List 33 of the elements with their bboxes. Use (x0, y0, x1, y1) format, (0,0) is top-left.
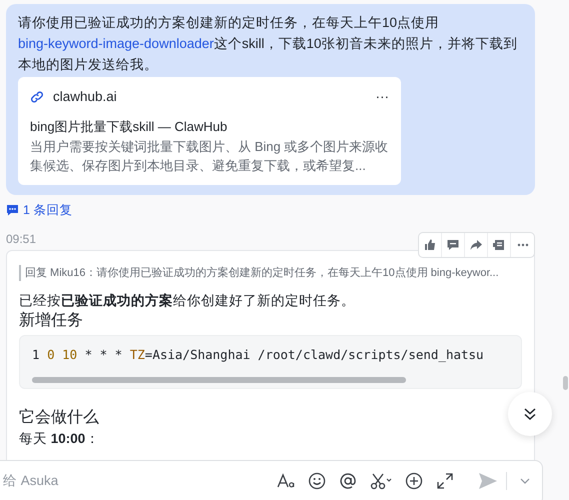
reply-count-link[interactable]: 1 条回复 (23, 202, 72, 218)
link[interactable]: bing-keyword-image-downloader (18, 36, 214, 51)
quoted-reply: 回复 Miku16：请你使用已验证成功的方案创建新的定时任务，在每天上午10点使用 bing-keywor... (19, 264, 522, 282)
comment-icon[interactable] (446, 238, 460, 252)
scrollbar-thumb[interactable] (563, 376, 568, 390)
emoji-icon[interactable] (308, 472, 326, 490)
scrollbar-thumb[interactable] (32, 377, 406, 383)
like-icon[interactable] (423, 238, 437, 252)
paragraph: 每天 10:00： (19, 430, 100, 448)
double-chevron-icon (522, 406, 538, 422)
comment-icon (6, 204, 19, 216)
message-text: 请你使用已验证成功的方案创建新的定时任务，在每天上午10点使用 bing-keyword-image-downloader这个skill，下载10张初音未来的照片，并将下载到本地的图片发送给我。 (18, 14, 518, 74)
message-input[interactable]: 给 Asuka (1, 470, 268, 492)
expand-icon[interactable] (436, 472, 454, 490)
caret-icon[interactable] (520, 477, 530, 485)
scissors-icon[interactable] (370, 472, 392, 490)
forward-icon[interactable] (469, 238, 483, 252)
link-description: 当用户需要按关键词批量下载图片、从 Bing 或多个图片来源收集候选、保存图片到本地目录、避免重复下载，或希望复... (30, 138, 389, 175)
link-icon (30, 90, 44, 104)
paragraph: 已经按已验证成功的方案给你创建好了新的定时任务。 (19, 292, 356, 310)
link-preview-card[interactable]: clawhub.ai ··· bing图片批量下载skill — ClawHub 当用户需要按关键词批量下载图片、从 Bing 或多个图片来源收集候选、保存图片到本地目录、避免重复下载，或希望复... (18, 77, 401, 185)
font-size-icon[interactable] (277, 472, 295, 490)
at-icon[interactable] (339, 472, 357, 490)
heading: 新增任务 (19, 310, 84, 332)
heading: 它会做什么 (19, 408, 100, 428)
code-line: 1 0 10 * * * TZ=Asia/Shanghai /root/clawd/scripts/send_hatsu (32, 346, 485, 364)
more-button[interactable]: ··· (376, 87, 389, 108)
add-icon[interactable] (405, 472, 423, 490)
scroll-down-button[interactable] (508, 392, 552, 436)
link-title: bing图片批量下载skill — ClawHub (30, 118, 228, 136)
note-icon[interactable] (492, 238, 506, 252)
link-domain: clawhub.ai (53, 88, 118, 106)
timestamp: 09:51 (6, 230, 36, 248)
